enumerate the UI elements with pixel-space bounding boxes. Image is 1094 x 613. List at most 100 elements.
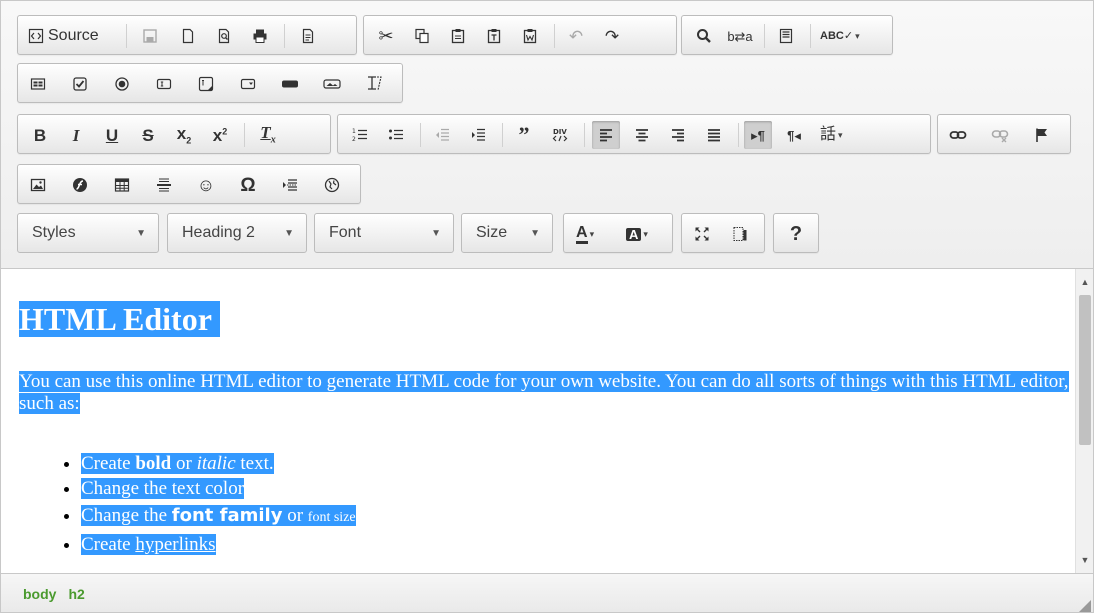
italic-button[interactable]: I xyxy=(62,121,90,149)
horizontal-rule-button[interactable] xyxy=(150,171,178,199)
spellcheck-icon: ABC✓ xyxy=(820,29,854,42)
horizontal-rule-icon xyxy=(157,178,171,192)
superscript-button[interactable]: x2 xyxy=(206,121,234,149)
div-icon: DIV xyxy=(552,128,567,142)
strike-button[interactable]: S xyxy=(134,121,162,149)
outdent-button[interactable] xyxy=(428,121,456,149)
preview-button[interactable] xyxy=(210,22,238,50)
content-paragraph[interactable]: You can use this online HTML editor to g… xyxy=(19,371,1077,415)
replace-button[interactable]: b⇄a xyxy=(726,22,754,50)
remove-format-button[interactable]: Tx xyxy=(254,121,282,149)
dropdown-arrow-icon: ▾ xyxy=(838,129,843,140)
save-button[interactable] xyxy=(136,22,164,50)
undo-button[interactable]: ↶ xyxy=(562,22,590,50)
list-item-text: Create hyperlinks xyxy=(81,534,216,555)
image-icon xyxy=(30,178,46,192)
element-path-h2[interactable]: h2 xyxy=(68,586,84,602)
bg-color-button[interactable]: A ▾ xyxy=(622,220,652,248)
align-left-button[interactable] xyxy=(592,121,620,149)
text-field-button[interactable] xyxy=(150,70,178,98)
iframe-button[interactable] xyxy=(318,171,346,199)
help-button[interactable]: ? xyxy=(782,220,810,248)
show-blocks-icon xyxy=(733,227,747,241)
copy-button[interactable] xyxy=(408,22,436,50)
form-button[interactable] xyxy=(24,70,52,98)
align-center-button[interactable] xyxy=(628,121,656,149)
vertical-scrollbar[interactable]: ▲ ▼ xyxy=(1075,269,1093,573)
blockquote-button[interactable]: ” xyxy=(510,121,538,149)
select-all-button[interactable] xyxy=(772,22,800,50)
image-button[interactable] xyxy=(24,171,52,199)
subscript-button[interactable]: x2 xyxy=(170,121,198,149)
anchor-button[interactable] xyxy=(1028,121,1056,149)
find-button[interactable] xyxy=(690,22,718,50)
new-page-button[interactable] xyxy=(174,22,202,50)
checkbox-button[interactable] xyxy=(66,70,94,98)
language-button[interactable]: 話 ▾ xyxy=(816,121,847,149)
align-right-icon xyxy=(672,129,684,142)
link-button[interactable] xyxy=(944,121,972,149)
styles-combo[interactable]: Styles ▼ xyxy=(17,213,159,253)
size-combo[interactable]: Size ▼ xyxy=(461,213,553,253)
select-field-button[interactable] xyxy=(234,70,262,98)
scrollbar-thumb[interactable] xyxy=(1079,295,1091,445)
text-color-button[interactable]: A ▾ xyxy=(572,220,598,248)
separator xyxy=(126,24,127,48)
maximize-button[interactable] xyxy=(688,220,716,248)
radio-button[interactable] xyxy=(108,70,136,98)
align-center-icon xyxy=(636,129,648,142)
unlink-button[interactable] xyxy=(986,121,1014,149)
source-button[interactable]: Source xyxy=(24,22,103,50)
div-button[interactable]: DIV xyxy=(546,121,574,149)
flash-button[interactable] xyxy=(66,171,94,199)
print-button[interactable] xyxy=(246,22,274,50)
special-char-button[interactable]: Ω xyxy=(234,171,262,199)
hidden-field-button[interactable] xyxy=(360,70,388,98)
bold-button[interactable]: B xyxy=(26,121,54,149)
paste-word-button[interactable] xyxy=(516,22,544,50)
document-group: Source xyxy=(17,15,357,55)
numbered-list-button[interactable]: 12 xyxy=(346,121,374,149)
font-combo[interactable]: Font ▼ xyxy=(314,213,454,253)
image-button-button[interactable] xyxy=(318,70,346,98)
blockquote-icon: ” xyxy=(518,122,530,147)
special-char-icon: Ω xyxy=(240,174,256,196)
cut-button[interactable]: ✂ xyxy=(372,22,400,50)
textarea-button[interactable] xyxy=(192,70,220,98)
redo-button[interactable]: ↷ xyxy=(598,22,626,50)
show-blocks-button[interactable] xyxy=(726,220,754,248)
content-list[interactable]: Create bold or italic text. Change the t… xyxy=(41,451,356,557)
separator xyxy=(554,24,555,48)
ltr-button[interactable]: ▸¶ xyxy=(744,121,772,149)
basic-styles-group: B I U S x2 x2 Tx xyxy=(17,114,331,154)
scroll-down-icon[interactable]: ▼ xyxy=(1076,551,1093,569)
clipboard-group: ✂ ↶ ↷ xyxy=(363,15,677,55)
svg-text:DIV: DIV xyxy=(553,128,567,136)
remove-format-icon: Tx xyxy=(260,123,276,146)
list-text: Change the xyxy=(81,505,172,526)
editor-content[interactable]: HTML Editor You can use this online HTML… xyxy=(1,269,1077,573)
list-text: or xyxy=(282,505,308,526)
templates-button[interactable] xyxy=(294,22,322,50)
hyperlink-text[interactable]: hyperlinks xyxy=(135,534,215,555)
chevron-down-icon: ▼ xyxy=(284,227,294,239)
spellcheck-button[interactable]: ABC✓ ▾ xyxy=(816,22,864,50)
bulleted-list-button[interactable] xyxy=(382,121,410,149)
form-button-button[interactable] xyxy=(276,70,304,98)
resize-handle-icon[interactable] xyxy=(1077,598,1091,612)
paste-button[interactable] xyxy=(444,22,472,50)
scroll-up-icon[interactable]: ▲ xyxy=(1076,273,1093,291)
smiley-button[interactable]: ☺ xyxy=(192,171,220,199)
page-break-button[interactable] xyxy=(276,171,304,199)
paste-text-button[interactable] xyxy=(480,22,508,50)
table-button[interactable] xyxy=(108,171,136,199)
format-combo[interactable]: Heading 2 ▼ xyxy=(167,213,307,253)
element-path-body[interactable]: body xyxy=(23,586,56,602)
justify-button[interactable] xyxy=(700,121,728,149)
content-heading[interactable]: HTML Editor xyxy=(19,299,220,339)
rtl-button[interactable]: ¶◂ xyxy=(780,121,808,149)
hidden-field-icon xyxy=(368,76,382,91)
underline-button[interactable]: U xyxy=(98,121,126,149)
align-right-button[interactable] xyxy=(664,121,692,149)
indent-button[interactable] xyxy=(464,121,492,149)
